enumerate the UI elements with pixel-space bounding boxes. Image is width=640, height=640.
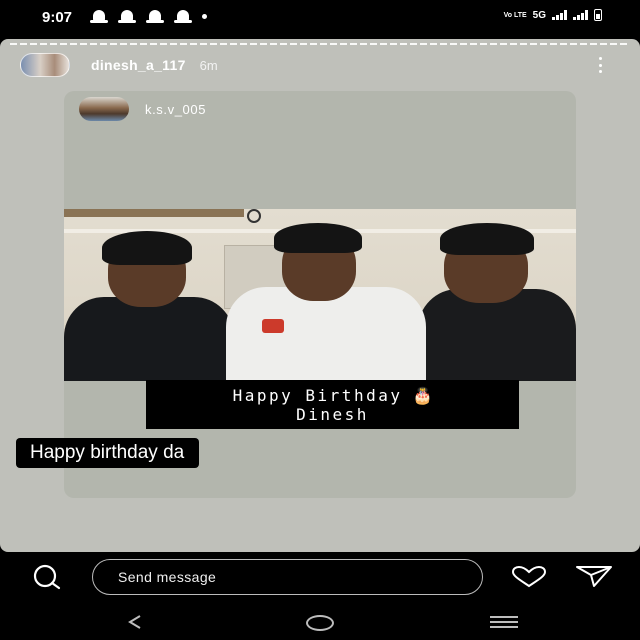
cake-emoji-icon: 🎂 xyxy=(412,386,433,405)
story-text-overlay: Happy birthday da xyxy=(16,438,200,468)
story-view[interactable]: dinesh_a_117 6m k.s.v_005 Happy Birthday… xyxy=(0,39,640,552)
caption-line-2: Dinesh xyxy=(296,405,369,424)
story-timestamp: 6m xyxy=(199,57,218,73)
signal-strength-icon xyxy=(573,10,588,20)
status-bar: 9:07 Vo LTE 5G xyxy=(0,0,640,34)
volte-label: Vo LTE xyxy=(503,11,527,19)
navigation-bar xyxy=(0,602,640,640)
snapchat-notification-icon xyxy=(90,10,108,23)
story-header: dinesh_a_117 6m xyxy=(20,53,218,77)
camera-icon[interactable] xyxy=(28,564,64,590)
shared-post-caption: Happy Birthday 🎂 Dinesh xyxy=(146,380,519,429)
notification-icons xyxy=(90,10,207,23)
heart-icon[interactable] xyxy=(510,566,548,588)
caption-line-1: Happy Birthday 🎂 xyxy=(146,386,519,405)
photo-hook xyxy=(247,209,261,223)
signal-strength-icon xyxy=(552,10,567,20)
story-username[interactable]: dinesh_a_117 xyxy=(91,57,186,73)
send-message-input[interactable] xyxy=(92,559,483,595)
photo-shelf xyxy=(64,209,244,217)
snapchat-notification-icon xyxy=(146,10,164,23)
shared-post-username[interactable]: k.s.v_005 xyxy=(145,102,206,117)
snapchat-notification-icon xyxy=(174,10,192,23)
status-time: 9:07 xyxy=(42,9,73,26)
shared-post-header: k.s.v_005 xyxy=(79,97,206,121)
avatar[interactable] xyxy=(20,53,70,77)
status-indicators: Vo LTE 5G xyxy=(504,9,602,21)
more-notifications-dot-icon xyxy=(202,14,207,19)
send-icon[interactable] xyxy=(574,563,614,589)
nav-recents-icon[interactable] xyxy=(490,616,518,628)
network-type-label: 5G xyxy=(532,9,546,21)
battery-icon xyxy=(594,9,602,21)
reply-bar xyxy=(0,552,640,602)
more-options-icon[interactable] xyxy=(596,57,604,73)
story-progress-bar xyxy=(10,43,630,45)
snapchat-notification-icon xyxy=(118,10,136,23)
nav-home-icon[interactable] xyxy=(306,615,334,631)
shared-post-photo xyxy=(64,209,576,381)
shared-post-avatar[interactable] xyxy=(79,97,129,121)
shared-post-card[interactable]: k.s.v_005 Happy Birthday 🎂 Dinesh xyxy=(64,91,576,498)
caption-line-1-text: Happy Birthday xyxy=(232,386,403,405)
nav-back-icon[interactable] xyxy=(126,614,144,630)
